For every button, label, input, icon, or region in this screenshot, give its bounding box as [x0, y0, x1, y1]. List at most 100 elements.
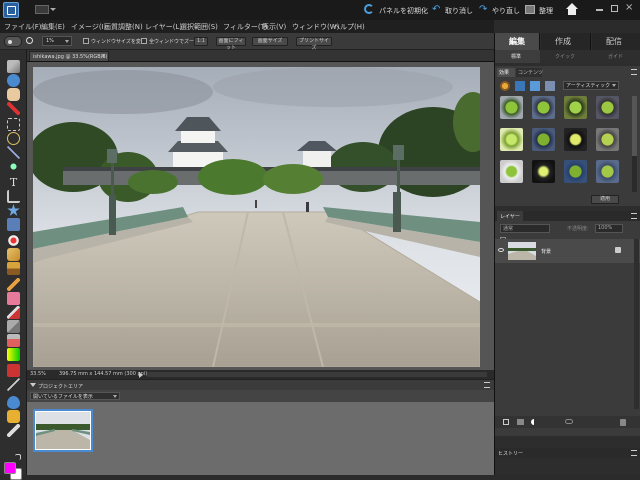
layer-styles-icon[interactable]	[515, 81, 525, 91]
menu-view[interactable]: 表示(V)	[262, 22, 286, 32]
crop-tool-icon[interactable]	[7, 190, 20, 203]
zoom-tool-icon[interactable]	[7, 74, 20, 87]
apply-button[interactable]: 適用	[591, 195, 619, 204]
document-photo[interactable]	[33, 67, 480, 367]
effect-thumbnail[interactable]	[532, 128, 555, 151]
effect-thumbnail[interactable]	[500, 160, 523, 183]
maximize-button[interactable]	[611, 5, 618, 12]
move-tool-icon[interactable]	[7, 60, 20, 73]
smart-brush-icon[interactable]	[7, 320, 20, 333]
pencil-tool-icon[interactable]	[7, 278, 20, 291]
panel-menu-icon[interactable]	[631, 69, 637, 75]
effects-scrollbar[interactable]	[632, 96, 637, 192]
print-size-button[interactable]: プリントサイズ	[296, 37, 332, 51]
panel-menu-icon[interactable]	[631, 450, 637, 456]
cookie-cutter-icon[interactable]	[7, 204, 20, 216]
magic-wand-icon[interactable]	[7, 146, 20, 159]
layers-tab[interactable]: レイヤー	[497, 211, 523, 221]
effect-thumbnail[interactable]	[532, 160, 555, 183]
resize-windows-checkbox[interactable]	[83, 38, 89, 44]
zoom-in-icon[interactable]	[26, 37, 33, 44]
eyedropper-icon[interactable]	[7, 102, 20, 115]
chevron-down-icon[interactable]	[50, 8, 56, 11]
delete-layer-icon[interactable]	[620, 419, 626, 426]
history-panel-header[interactable]: ヒストリー	[495, 448, 640, 458]
tab-edit[interactable]: 編集	[495, 33, 540, 50]
foreground-color-swatch[interactable]	[4, 462, 16, 474]
effects-extra-icon[interactable]	[545, 81, 555, 91]
zoom-all-checkbox[interactable]	[141, 38, 147, 44]
sponge-tool-icon[interactable]	[7, 410, 20, 423]
swap-colors-icon[interactable]	[15, 454, 21, 460]
subtab-guided[interactable]: ガイド	[592, 50, 640, 63]
spot-healing-icon[interactable]	[7, 248, 20, 261]
eraser-tool-icon[interactable]	[7, 292, 20, 305]
adjustment-layer-icon[interactable]	[531, 419, 537, 425]
hand-tool-icon[interactable]	[7, 88, 20, 101]
document-tab[interactable]: ishikawa.jpg @ 33.5%(RGB/8) ×	[29, 51, 109, 61]
collapse-arrow-icon[interactable]	[30, 383, 36, 387]
project-thumbnail[interactable]	[33, 409, 93, 452]
zoom-value-field[interactable]: 1%	[42, 36, 72, 46]
workspace-icon[interactable]	[35, 5, 49, 14]
menu-layer[interactable]: レイヤー(L)	[145, 22, 182, 32]
tab-create[interactable]: 作成	[541, 33, 591, 50]
effect-thumbnail[interactable]	[500, 128, 523, 151]
actual-pixels-button[interactable]: 1:1	[194, 37, 208, 46]
subtab-full[interactable]: 標準	[495, 50, 540, 63]
new-layer-icon[interactable]	[503, 419, 509, 425]
marquee-tool-icon[interactable]	[7, 118, 20, 131]
filters-category-icon[interactable]	[500, 81, 510, 91]
text-tool-icon[interactable]: T	[7, 176, 20, 189]
effect-thumbnail[interactable]	[564, 96, 587, 119]
tool-preset-icon[interactable]	[4, 36, 22, 47]
effects-category-dropdown[interactable]: アーティスティック	[563, 81, 619, 90]
effect-thumbnail[interactable]	[532, 96, 555, 119]
effect-thumbnail[interactable]	[564, 160, 587, 183]
close-icon[interactable]: ×	[100, 52, 106, 60]
lasso-tool-icon[interactable]	[7, 132, 20, 145]
status-menu-arrow-icon[interactable]	[139, 372, 143, 378]
menu-help[interactable]: ヘルプ(H)	[333, 22, 365, 32]
menu-filter[interactable]: フィルター(T)	[223, 22, 268, 32]
subtab-quick[interactable]: クイック	[541, 50, 591, 63]
close-icon[interactable]: ×	[625, 2, 633, 13]
show-files-dropdown[interactable]: 開いているファイルを表示	[30, 392, 120, 400]
paint-bucket-icon[interactable]	[7, 334, 20, 347]
menu-file[interactable]: ファイル(F)	[4, 22, 42, 32]
line-tool-icon[interactable]	[7, 378, 20, 391]
effect-thumbnail[interactable]	[596, 160, 619, 183]
gradient-tool-icon[interactable]	[7, 348, 20, 361]
home-icon[interactable]	[566, 3, 578, 15]
quick-selection-icon[interactable]	[7, 160, 20, 173]
layers-scrollbar[interactable]	[634, 239, 639, 409]
menu-select[interactable]: 選択範囲(S)	[180, 22, 218, 32]
brush-tool-icon[interactable]	[7, 306, 20, 319]
effect-thumbnail[interactable]	[596, 128, 619, 151]
opacity-field[interactable]: 100%	[595, 224, 623, 233]
effects-tab[interactable]: 効果	[497, 68, 515, 77]
visibility-eye-icon[interactable]	[498, 248, 504, 252]
link-layers-icon[interactable]	[565, 419, 573, 424]
effect-thumbnail[interactable]	[596, 96, 619, 119]
panel-menu-icon[interactable]	[484, 382, 490, 388]
minimize-button[interactable]	[596, 9, 603, 11]
shape-tool-icon[interactable]	[7, 364, 20, 377]
photo-effects-icon[interactable]	[530, 81, 540, 91]
content-tab[interactable]: コンテンツ	[516, 68, 543, 77]
tab-share[interactable]: 配信	[592, 33, 640, 50]
menu-enhance[interactable]: 画質調整(N)	[104, 22, 143, 32]
blur-tool-icon[interactable]	[7, 396, 20, 409]
layer-row[interactable]: 背景	[495, 239, 640, 263]
new-group-icon[interactable]	[517, 419, 524, 425]
red-eye-icon[interactable]	[7, 234, 20, 247]
horizontal-scrollbar[interactable]	[147, 372, 487, 377]
smudge-tool-icon[interactable]	[7, 424, 20, 437]
straighten-tool-icon[interactable]	[7, 218, 20, 231]
menu-image[interactable]: イメージ(I)	[71, 22, 106, 32]
effect-thumbnail[interactable]	[564, 128, 587, 151]
menu-edit[interactable]: 編集(E)	[41, 22, 65, 32]
clone-stamp-icon[interactable]	[7, 262, 20, 275]
effect-thumbnail[interactable]	[500, 96, 523, 119]
screen-size-button[interactable]: 画面サイズ	[252, 37, 288, 46]
